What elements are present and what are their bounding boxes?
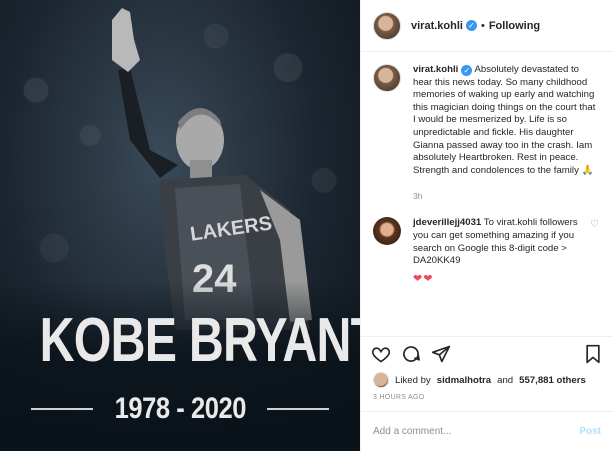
reply-body: jdeverillejj4031 To virat.kohli follower… <box>413 217 599 267</box>
reply-username[interactable]: jdeverillejj4031 <box>413 217 481 228</box>
caption-text: Absolutely devastated to hear this news … <box>413 64 596 176</box>
reply-comment: jdeverillejj4031 To virat.kohli follower… <box>373 217 599 285</box>
likes-row: Liked by sidmalhotra and 557,881 others <box>361 370 613 390</box>
caption-time[interactable]: 3h <box>413 191 599 201</box>
years-row: 1978 - 2020 <box>0 392 360 426</box>
post-sidebar: virat.kohli ✓ • Following virat.kohli ✓ A… <box>360 0 613 451</box>
liker-username[interactable]: sidmalhotra <box>437 375 491 386</box>
comments-section: virat.kohli ✓ Absolutely devastated to he… <box>361 52 613 336</box>
following-button[interactable]: Following <box>489 20 540 32</box>
caption-username[interactable]: virat.kohli <box>413 64 458 75</box>
caption: virat.kohli ✓ Absolutely devastated to he… <box>373 64 599 201</box>
reply-hearts: ❤❤ <box>413 272 434 285</box>
post-comment-button[interactable]: Post <box>579 426 601 437</box>
avatar[interactable] <box>373 11 401 40</box>
post-image[interactable]: LAKERS 24 KOBE BRYANT 1978 - 2020 <box>0 0 360 451</box>
likes-prefix: Liked by <box>395 374 431 386</box>
comment-icon[interactable] <box>401 344 421 364</box>
add-comment-bar: Add a comment... Post <box>361 411 613 451</box>
caption-body: virat.kohli ✓ Absolutely devastated to he… <box>413 64 599 177</box>
share-icon[interactable] <box>431 344 451 364</box>
heart-icon[interactable] <box>371 344 391 364</box>
bookmark-icon[interactable] <box>583 344 603 364</box>
header-separator: • <box>480 19 485 32</box>
post-header: virat.kohli ✓ • Following <box>361 0 613 52</box>
reply-avatar[interactable] <box>373 217 401 246</box>
header-username[interactable]: virat.kohli <box>411 20 463 32</box>
post-timestamp[interactable]: 3 HOURS AGO <box>361 390 613 411</box>
image-years: 1978 - 2020 <box>114 392 246 425</box>
years-rule-right <box>267 408 330 410</box>
instagram-post: LAKERS 24 KOBE BRYANT 1978 - 2020 virat.… <box>0 0 613 451</box>
action-bar <box>361 336 613 370</box>
verified-icon: ✓ <box>461 65 473 76</box>
years-rule-left <box>30 408 93 410</box>
like-comment-heart-icon[interactable]: ♡ <box>590 219 599 230</box>
comment-input[interactable]: Add a comment... <box>373 426 579 437</box>
likes-mid: and <box>497 374 514 386</box>
image-headline: KOBE BRYANT <box>39 306 360 375</box>
verified-icon: ✓ <box>465 20 477 31</box>
liker-avatar[interactable] <box>373 372 389 388</box>
caption-avatar[interactable] <box>373 64 401 92</box>
likes-count[interactable]: 557,881 others <box>519 375 586 386</box>
